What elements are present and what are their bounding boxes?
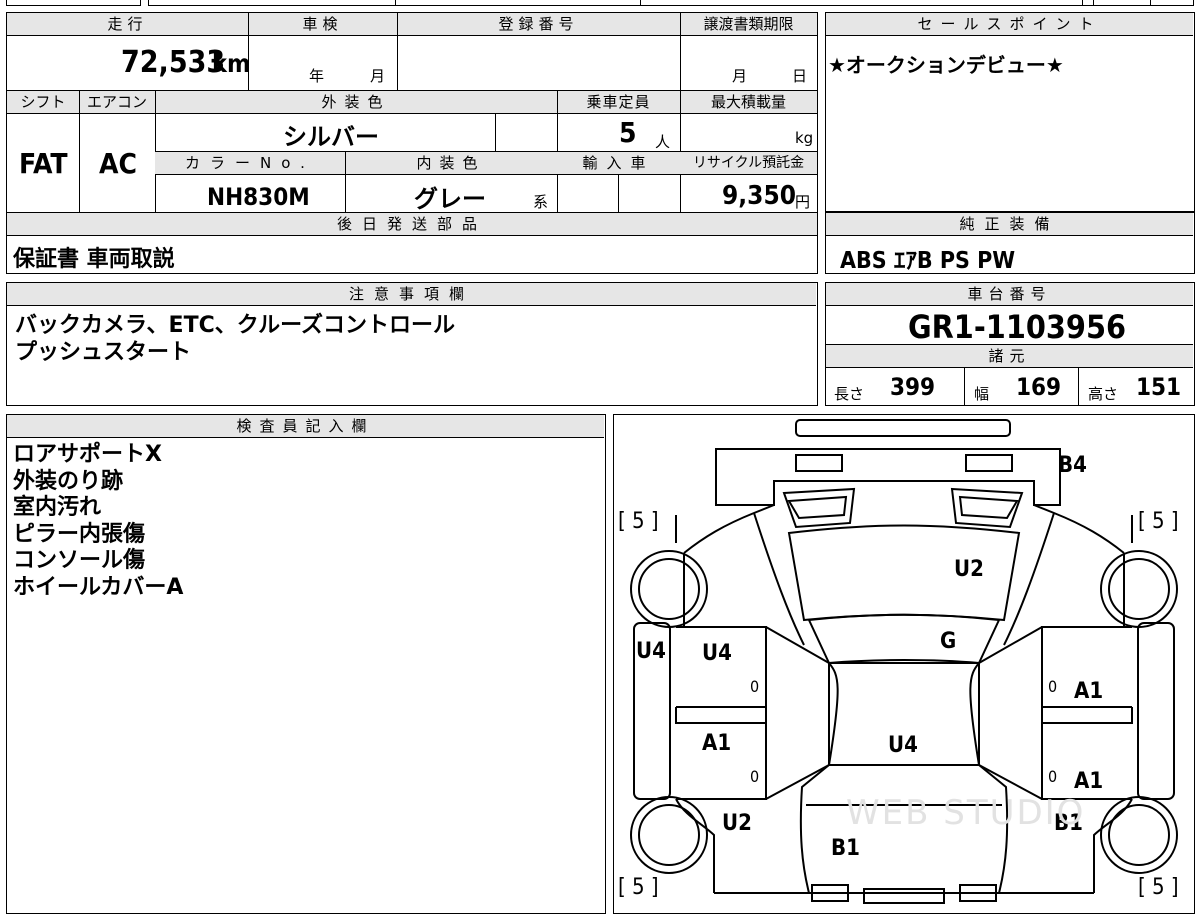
mark-rear-left: 0 [750,767,760,786]
watermark: WEB STUDIO [846,793,1086,833]
registration-header: 登録番号 [397,13,680,36]
color-no-header: カラーNo. [155,152,345,175]
shift-header: シフト [7,91,79,114]
interior-color-value: グレー [414,185,486,213]
transfer-deadline-header: 譲渡書類期限 [680,13,817,36]
equipment-header: 純正装備 [826,213,1193,236]
inspection-header: 車検 [248,13,397,36]
car-outline-icon [630,419,1178,904]
vehicle-info-table: 走行 車検 登録番号 譲渡書類期限 72,533 km 年 月 月 日 シフト … [6,12,818,274]
spec-height-label: 高さ [1088,385,1119,403]
left-edge-damage: U4 [636,639,666,664]
spec-width-value: 169 [1016,373,1062,401]
mark-front-left: 0 [750,677,760,696]
floor-damage: U4 [888,733,918,758]
mark-front-right: 0 [1048,677,1058,696]
import-header: 輸入車 [557,152,680,175]
rear-bumper-damage: B4 [1058,453,1087,478]
spec-length-value: 399 [890,373,936,401]
notes-header: 注意事項欄 [7,283,816,306]
shift-value: FAT [19,147,68,180]
later-parts-header: 後日発送部品 [7,213,817,236]
inspection-month-unit: 月 [370,67,386,85]
exterior-color-value: シルバー [283,123,379,151]
capacity-value: 5 [619,116,637,149]
inspection-year-unit: 年 [309,67,325,85]
mileage-header: 走行 [7,13,248,36]
mark-rear-right: 0 [1048,767,1058,786]
rear-door-right-damage: A1 [1074,769,1104,794]
sales-point-text: ★オークションデビュー★ [828,53,1064,77]
damage-diagram: [ 5 ] [ 5 ] [ 5 ] [ 5 ] B4 U2 G U4 U4 A1… [613,414,1195,914]
notes-box: 注意事項欄 バックカメラ、ETC、クルーズコントロール プッシュスタート [6,282,818,406]
spec-length-label: 長さ [834,385,865,403]
tire-front-left-label: [ 5 ] [618,509,659,534]
spec-width-label: 幅 [974,385,990,403]
sales-point-header: セールスポイント [826,13,1193,36]
recycle-value: 9,350 [722,181,796,211]
front-door-left-damage: U4 [702,641,732,666]
notes-text: バックカメラ、ETC、クルーズコントロール プッシュスタート [15,313,455,365]
max-load-unit: kg [795,129,814,147]
roof-damage: U2 [954,557,984,582]
transfer-month-unit: 月 [732,67,748,85]
chassis-value: GR1-1103956 [908,308,1126,346]
exterior-color-header: 外装色 [155,91,557,114]
front-bumper-damage: B1 [831,836,860,861]
color-no-value: NH830M [207,183,310,211]
capacity-unit: 人 [655,133,671,151]
aircon-value: AC [99,147,137,180]
inspector-text: ロアサポートX 外装のり跡 室内汚れ ピラー内張傷 コンソール傷 ホイールカバー… [13,442,184,600]
front-door-right-damage: A1 [1074,679,1104,704]
top-strip [0,0,1200,7]
glass-damage: G [940,629,957,654]
mileage-value: 72,533 [121,45,226,80]
equipment-value: ABS ｴｱB PS PW [840,248,1016,274]
capacity-header: 乗車定員 [557,91,680,114]
tire-rear-left-label: [ 5 ] [618,875,659,900]
interior-color-suffix: 系 [533,193,549,211]
max-load-header: 最大積載量 [680,91,817,114]
equipment-box: 純正装備 ABS ｴｱB PS PW [825,212,1195,274]
chassis-header: 車台番号 [826,283,1193,306]
specs-header: 諸元 [826,345,1193,368]
chassis-box: 車台番号 GR1-1103956 諸元 長さ 399 幅 169 高さ 151 [825,282,1195,406]
sales-point-box: セールスポイント ★オークションデビュー★ [825,12,1195,212]
tire-front-right-label: [ 5 ] [1138,509,1179,534]
inspector-header: 検査員記入欄 [7,415,604,438]
rear-door-left-damage: A1 [702,731,732,756]
transfer-day-unit: 日 [792,67,808,85]
aircon-header: エアコン [79,91,155,114]
recycle-header: リサイクル預託金 [680,152,817,175]
spec-height-value: 151 [1136,373,1182,401]
later-parts-value: 保証書 車両取説 [13,247,175,272]
tire-rear-right-label: [ 5 ] [1138,875,1179,900]
fender-left-damage: U2 [722,811,752,836]
recycle-unit: 円 [795,193,811,211]
mileage-unit: km [212,49,251,78]
inspector-box: 検査員記入欄 ロアサポートX 外装のり跡 室内汚れ ピラー内張傷 コンソール傷 … [6,414,606,914]
interior-color-header: 内装色 [345,152,557,175]
